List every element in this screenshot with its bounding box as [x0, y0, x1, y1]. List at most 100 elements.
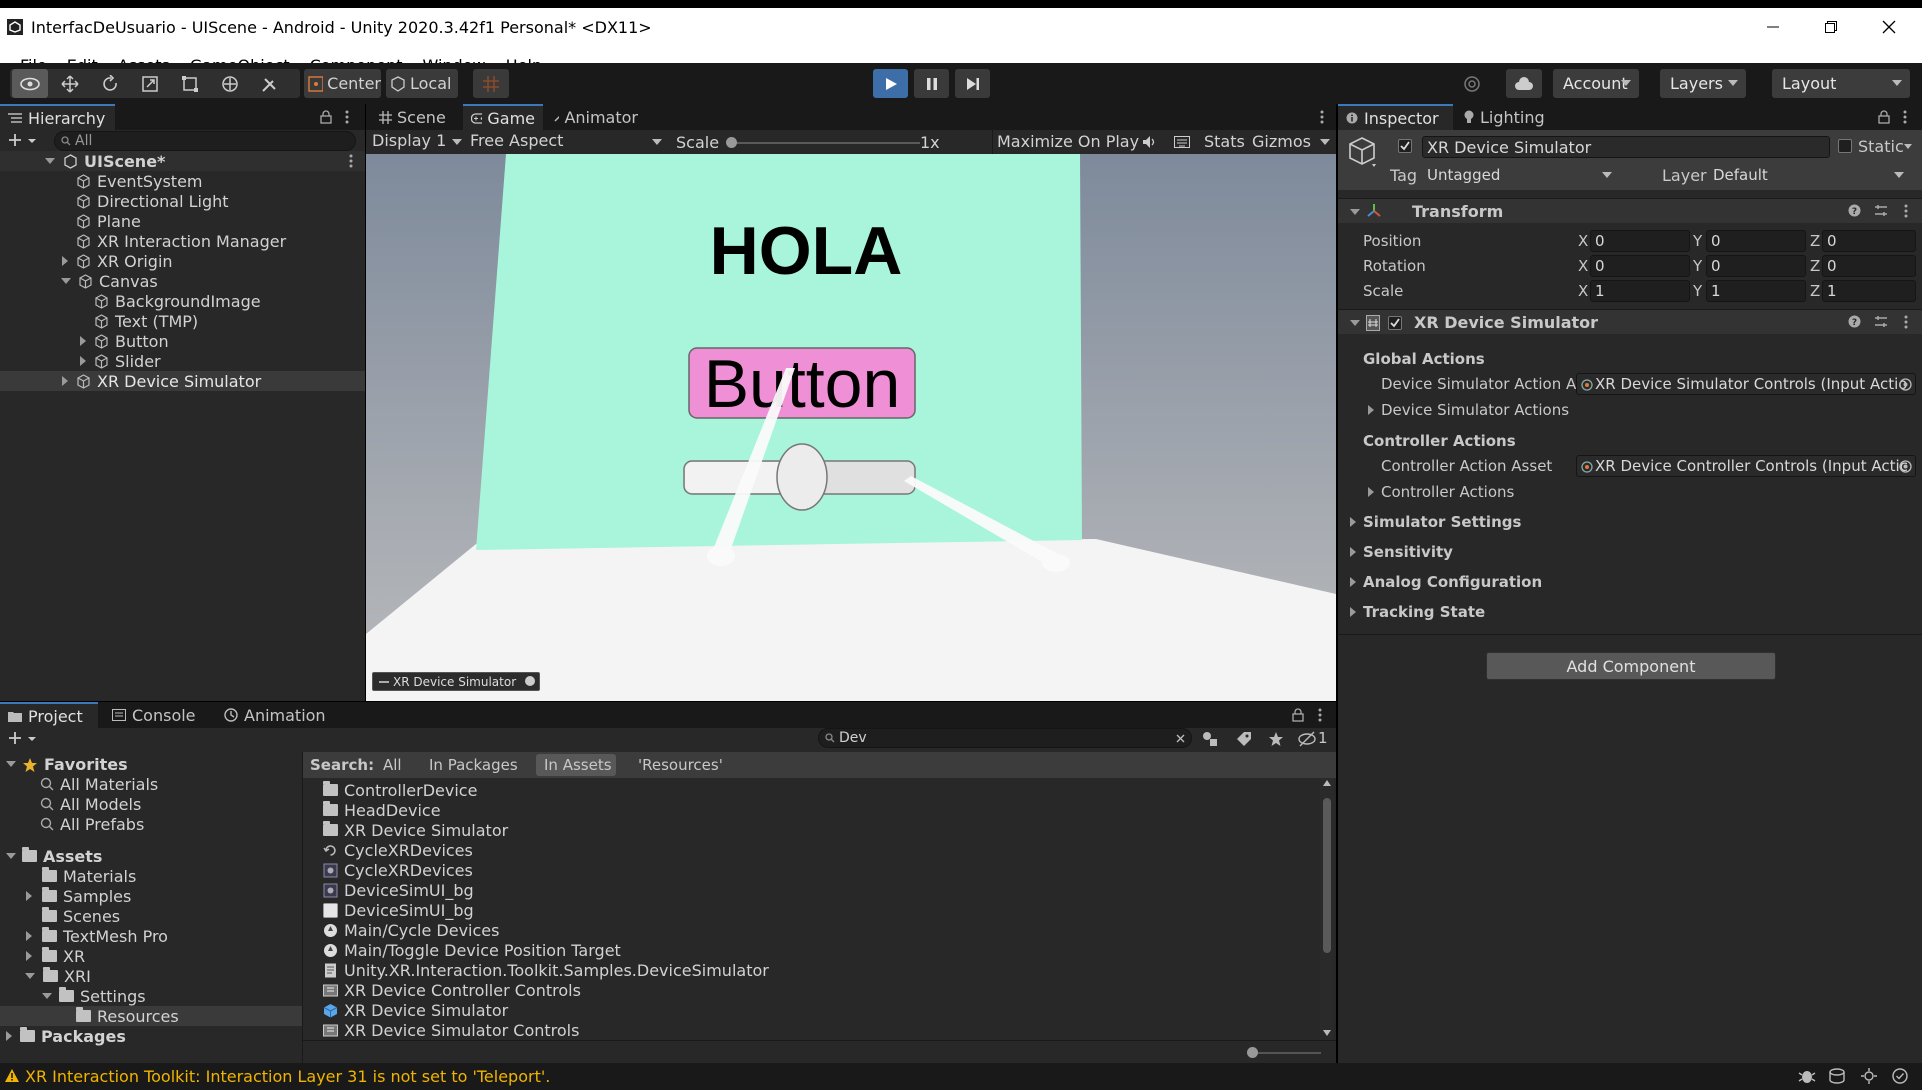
more-options-icon[interactable] [1318, 708, 1322, 722]
list-item[interactable]: Main/Cycle Devices [323, 920, 499, 940]
device-sim-action-asset-field[interactable]: XR Device Simulator Controls (Input Acti… [1576, 373, 1916, 395]
rotation-x-field[interactable]: 0 [1590, 255, 1690, 277]
expand-arrow-icon[interactable] [80, 336, 86, 346]
component-enabled-checkbox[interactable] [1388, 316, 1402, 330]
lock-icon[interactable] [1878, 110, 1890, 124]
hierarchy-item-xr-interaction-manager[interactable]: XR Interaction Manager [76, 231, 286, 251]
scrollbar-thumb[interactable] [1323, 798, 1331, 953]
scale-x-field[interactable]: 1 [1590, 280, 1690, 302]
layer-dropdown[interactable]: Default [1708, 164, 1912, 186]
scene-root[interactable]: UIScene* [45, 151, 165, 171]
preset-icon[interactable] [1874, 315, 1888, 328]
create-button[interactable] [8, 133, 38, 149]
rotation-z-field[interactable]: 0 [1822, 255, 1916, 277]
list-item[interactable]: XR Device Simulator [323, 1000, 508, 1020]
audio-mute-icon[interactable] [1142, 135, 1158, 149]
simulator-settings-foldout[interactable]: Simulator Settings [1350, 512, 1521, 532]
tree-materials[interactable]: Materials [42, 866, 136, 886]
object-name-field[interactable]: XR Device Simulator [1422, 136, 1830, 158]
grid-snap-button[interactable] [473, 69, 509, 98]
position-z-field[interactable]: 0 [1822, 230, 1916, 252]
tree-xr[interactable]: XR [26, 946, 85, 966]
auto-generate-lighting-icon[interactable] [1861, 1068, 1877, 1084]
tree-assets[interactable]: Assets [6, 846, 102, 866]
list-item[interactable]: ControllerDevice [323, 780, 477, 800]
favorite-star-icon[interactable] [1268, 731, 1284, 747]
close-button[interactable] [1860, 8, 1918, 46]
static-checkbox[interactable] [1838, 139, 1852, 153]
scope-in-packages[interactable]: In Packages [429, 756, 518, 774]
scale-tool-button[interactable] [132, 69, 168, 98]
play-button[interactable] [873, 69, 908, 98]
scope-in-assets[interactable]: In Assets [544, 756, 612, 774]
tab-project[interactable]: Project [0, 702, 98, 728]
active-checkbox[interactable] [1398, 139, 1412, 153]
list-item[interactable]: XR Device Controller Controls [323, 980, 581, 1000]
scroll-up-icon[interactable] [1323, 780, 1331, 786]
gizmos-toggle[interactable]: Gizmos [1252, 132, 1311, 151]
tracking-state-foldout[interactable]: Tracking State [1350, 602, 1485, 622]
pivot-space-toggle[interactable]: Local [386, 69, 458, 98]
component-menu-icon[interactable] [1904, 315, 1908, 329]
hierarchy-item-canvas[interactable]: Canvas [61, 271, 158, 291]
list-item[interactable]: XR Device Simulator Controls [323, 1020, 579, 1040]
results-scrollbar[interactable] [1320, 778, 1334, 1040]
help-icon[interactable]: ? [1848, 204, 1861, 217]
step-button[interactable] [955, 69, 990, 98]
maximize-on-play-toggle[interactable]: Maximize On Play [997, 132, 1139, 151]
layout-dropdown[interactable]: Layout [1772, 69, 1910, 98]
preset-icon[interactable] [1874, 204, 1888, 217]
gizmos-chevron-down-icon[interactable] [1320, 139, 1330, 145]
tree-favorites[interactable]: Favorites [6, 754, 128, 774]
expand-arrow-icon[interactable] [80, 356, 86, 366]
hierarchy-item-slider[interactable]: Slider [80, 351, 161, 371]
expand-arrow-icon[interactable] [62, 376, 68, 386]
scale-y-field[interactable]: 1 [1706, 280, 1806, 302]
keyboard-icon[interactable] [1174, 136, 1190, 148]
tree-scenes[interactable]: Scenes [42, 906, 120, 926]
scale-z-field[interactable]: 1 [1822, 280, 1916, 302]
tab-lighting[interactable]: Lighting [1456, 104, 1566, 130]
rotate-tool-button[interactable] [92, 69, 128, 98]
tab-game[interactable]: Game [463, 104, 543, 130]
more-options-icon[interactable] [345, 110, 349, 124]
account-dropdown[interactable]: Account [1553, 69, 1639, 98]
hidden-packages-icon[interactable] [1298, 731, 1316, 747]
scene-more-icon[interactable] [349, 154, 353, 168]
collapse-arrow-icon[interactable] [1350, 320, 1360, 326]
cloud-button[interactable] [1506, 69, 1542, 98]
pause-button[interactable] [914, 69, 949, 98]
hierarchy-item-text-tmp[interactable]: Text (TMP) [94, 311, 198, 331]
hierarchy-item-directional-light[interactable]: Directional Light [76, 191, 229, 211]
transform-tool-button[interactable] [212, 69, 248, 98]
position-y-field[interactable]: 0 [1706, 230, 1806, 252]
object-picker-icon[interactable] [1899, 378, 1912, 391]
collapse-arrow-icon[interactable] [1350, 209, 1360, 215]
project-search-input[interactable]: Dev [818, 728, 1192, 748]
tree-packages[interactable]: Packages [6, 1026, 126, 1046]
rotation-y-field[interactable]: 0 [1706, 255, 1806, 277]
icon-size-slider-handle[interactable] [1247, 1047, 1258, 1058]
list-item[interactable]: CycleXRDevices [323, 860, 473, 880]
restore-button[interactable] [1802, 8, 1860, 46]
tree-all-models[interactable]: All Models [40, 794, 141, 814]
lock-icon[interactable] [1292, 708, 1304, 722]
tree-xri[interactable]: XRI [25, 966, 91, 986]
sensitivity-foldout[interactable]: Sensitivity [1350, 542, 1453, 562]
collapse-arrow-icon[interactable] [61, 278, 71, 284]
analog-configuration-foldout[interactable]: Analog Configuration [1350, 572, 1542, 592]
list-item[interactable]: Main/Toggle Device Position Target [323, 940, 621, 960]
move-tool-button[interactable] [52, 69, 88, 98]
minimize-button[interactable] [1744, 8, 1802, 46]
help-icon[interactable]: ? [1848, 315, 1861, 328]
add-component-button[interactable]: Add Component [1486, 652, 1776, 680]
list-item[interactable]: DeviceSimUI_bg [323, 900, 474, 920]
hierarchy-item-backgroundimage[interactable]: BackgroundImage [94, 291, 261, 311]
list-item[interactable]: XR Device Simulator [323, 820, 508, 840]
search-by-label-icon[interactable] [1236, 731, 1252, 747]
tab-console[interactable]: Console [104, 702, 204, 728]
stats-toggle[interactable]: Stats [1204, 132, 1245, 151]
object-picker-icon[interactable] [1899, 460, 1912, 473]
icon-size-slider-track[interactable] [1253, 1052, 1321, 1054]
tab-hierarchy[interactable]: Hierarchy [0, 104, 115, 130]
